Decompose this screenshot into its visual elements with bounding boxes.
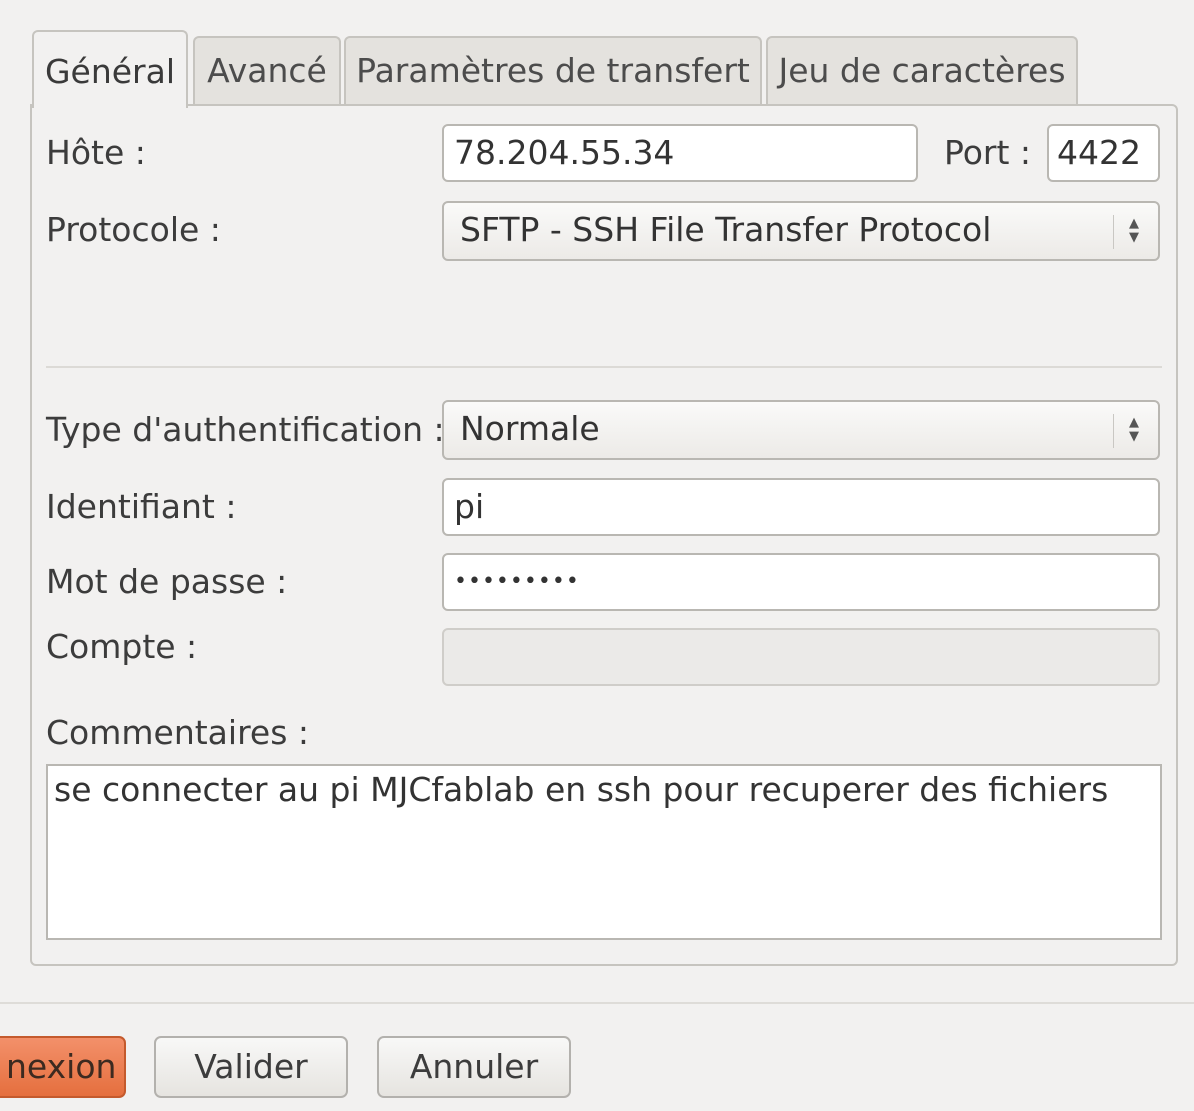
account-label: Compte : xyxy=(46,627,198,666)
host-input[interactable]: 78.204.55.34 xyxy=(442,124,918,182)
tab-general[interactable]: Général xyxy=(32,30,188,108)
port-input[interactable]: 4422 xyxy=(1047,124,1160,182)
spin-updown-icon: ▲ ▼ xyxy=(1129,415,1139,444)
protocol-value: SFTP - SSH File Transfer Protocol xyxy=(460,210,992,249)
auth-type-label: Type d'authentification : xyxy=(46,410,445,449)
port-label: Port : xyxy=(944,133,1032,172)
tab-parametres-transfert[interactable]: Paramètres de transfert xyxy=(344,36,762,104)
comments-textarea[interactable]: se connecter au pi MJCfablab en ssh pour… xyxy=(46,764,1162,940)
password-input[interactable]: ••••••••• xyxy=(442,553,1160,611)
spin-updown-icon: ▲ ▼ xyxy=(1129,216,1139,245)
account-input xyxy=(442,628,1160,686)
tab-jeu-caracteres[interactable]: Jeu de caractères xyxy=(766,36,1078,104)
ok-button[interactable]: Valider xyxy=(154,1036,348,1098)
cancel-button[interactable]: Annuler xyxy=(377,1036,571,1098)
auth-type-value: Normale xyxy=(460,409,600,448)
protocol-select[interactable]: SFTP - SSH File Transfer Protocol ▲ ▼ xyxy=(442,201,1160,261)
password-label: Mot de passe : xyxy=(46,562,288,601)
section-separator xyxy=(46,366,1162,368)
user-input[interactable]: pi xyxy=(442,478,1160,536)
combo-separator xyxy=(1113,215,1114,249)
host-label: Hôte : xyxy=(46,133,146,172)
protocol-label: Protocole : xyxy=(46,210,221,249)
comments-label: Commentaires : xyxy=(46,713,310,752)
dialog-separator xyxy=(0,1002,1194,1004)
user-label: Identifiant : xyxy=(46,487,237,526)
tab-avance[interactable]: Avancé xyxy=(193,36,341,104)
auth-type-select[interactable]: Normale ▲ ▼ xyxy=(442,400,1160,460)
combo-separator xyxy=(1113,414,1114,448)
connect-button[interactable]: nexion xyxy=(0,1036,126,1098)
